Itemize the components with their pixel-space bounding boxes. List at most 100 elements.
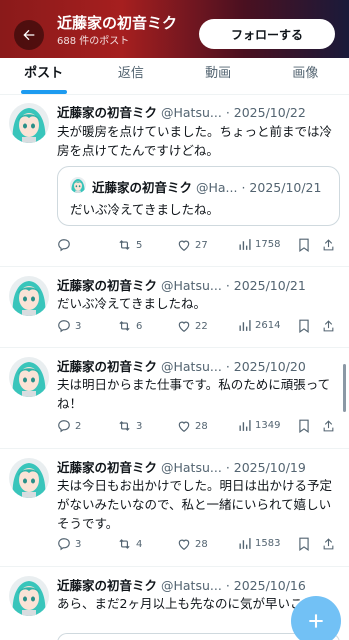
tweet-header: 近藤家の初音ミク @Hatsu... · 2025/10/22 bbox=[57, 102, 342, 121]
tweet-date: · 2025/10/21 bbox=[225, 278, 306, 293]
like-count: 22 bbox=[195, 320, 208, 332]
reply-icon bbox=[58, 420, 70, 433]
tab-videos[interactable]: 動画 bbox=[175, 58, 262, 94]
compose-post-button[interactable] bbox=[291, 596, 341, 640]
profile-tabs: ポスト 返信 動画 画像 bbox=[0, 58, 349, 95]
author-handle: @Hatsu... bbox=[161, 359, 222, 374]
tab-label: 動画 bbox=[205, 66, 232, 81]
author-name[interactable]: 近藤家の初音ミク bbox=[57, 359, 157, 374]
back-button[interactable] bbox=[14, 20, 44, 50]
scrollbar[interactable] bbox=[343, 364, 346, 412]
share-icon bbox=[323, 420, 334, 432]
tweet-actions: 5 27 1758 bbox=[57, 238, 334, 254]
repost-button[interactable]: 3 bbox=[117, 419, 142, 433]
author-name[interactable]: 近藤家の初音ミク bbox=[57, 460, 157, 475]
author-handle: @Hatsu... bbox=[161, 578, 222, 593]
tweet-date: · 2025/10/22 bbox=[225, 105, 306, 120]
bar-chart-icon bbox=[239, 320, 251, 331]
repost-icon bbox=[119, 240, 130, 250]
heart-icon bbox=[178, 240, 190, 251]
share-icon bbox=[323, 239, 334, 251]
tab-label: 画像 bbox=[292, 66, 319, 81]
reply-button[interactable]: 3 bbox=[57, 319, 81, 333]
avatar[interactable] bbox=[9, 576, 49, 616]
tweet-actions: 2 3 28 1349 bbox=[57, 419, 334, 435]
bookmark-button[interactable] bbox=[298, 537, 314, 551]
repost-count: 6 bbox=[136, 320, 143, 332]
repost-count: 3 bbox=[136, 420, 143, 432]
repost-icon bbox=[119, 321, 130, 331]
repost-count: 4 bbox=[136, 538, 143, 550]
repost-button[interactable]: 5 bbox=[117, 238, 142, 252]
profile-header-banner: 近藤家の初音ミク 688 件のポスト フォローする bbox=[0, 0, 349, 58]
like-button[interactable]: 22 bbox=[177, 319, 208, 333]
bookmark-icon bbox=[299, 238, 309, 252]
tab-images[interactable]: 画像 bbox=[262, 58, 349, 94]
tweet[interactable]: 近藤家の初音ミク @Hatsu... · 2025/10/21 だいぶ冷えてきま… bbox=[0, 267, 349, 348]
share-icon bbox=[323, 320, 334, 332]
tweet-text: だいぶ冷えてきましたね。 bbox=[57, 296, 207, 311]
view-count: 2614 bbox=[255, 320, 281, 331]
reply-button[interactable]: 3 bbox=[57, 537, 81, 551]
author-handle: @Hatsu... bbox=[161, 105, 222, 120]
views-button[interactable]: 1583 bbox=[238, 537, 280, 550]
tweet-date: · 2025/10/20 bbox=[225, 359, 306, 374]
reply-icon bbox=[58, 239, 70, 252]
reply-count: 3 bbox=[75, 320, 82, 332]
share-button[interactable] bbox=[322, 419, 339, 433]
like-button[interactable]: 28 bbox=[177, 537, 208, 551]
bookmark-icon bbox=[299, 537, 309, 551]
tweet-header: 近藤家の初音ミク @Hatsu... · 2025/10/21 bbox=[57, 275, 342, 294]
quote-text: だいぶ冷えてきましたね。 bbox=[70, 202, 220, 217]
reply-button[interactable] bbox=[57, 238, 75, 252]
reply-icon bbox=[58, 320, 70, 333]
reply-count: 3 bbox=[75, 538, 82, 550]
author-name[interactable]: 近藤家の初音ミク bbox=[57, 105, 157, 120]
bar-chart-icon bbox=[239, 239, 251, 250]
avatar[interactable] bbox=[9, 276, 49, 316]
reply-button[interactable]: 2 bbox=[57, 419, 81, 433]
like-button[interactable]: 27 bbox=[177, 238, 208, 252]
like-button[interactable]: 28 bbox=[177, 419, 208, 433]
tweet[interactable]: 近藤家の初音ミク @Hatsu... · 2025/10/20 夫は明日からまた… bbox=[0, 348, 349, 449]
avatar[interactable] bbox=[9, 103, 49, 143]
quote-date: · 2025/10/21 bbox=[241, 180, 322, 195]
tab-posts[interactable]: ポスト bbox=[0, 58, 87, 94]
views-button[interactable]: 1349 bbox=[238, 419, 280, 432]
quoted-tweet[interactable]: 近藤家の初音ミク @Ha... · 2025/10/21 だいぶ冷えてきましたね… bbox=[57, 166, 340, 226]
view-count: 1583 bbox=[255, 538, 281, 549]
tweet-date: · 2025/10/19 bbox=[225, 460, 306, 475]
quote-author-handle: @Ha... bbox=[196, 180, 238, 195]
bookmark-button[interactable] bbox=[298, 319, 314, 333]
bookmark-button[interactable] bbox=[298, 419, 314, 433]
author-name[interactable]: 近藤家の初音ミク bbox=[57, 278, 157, 293]
repost-icon bbox=[119, 539, 130, 549]
tab-replies[interactable]: 返信 bbox=[87, 58, 174, 94]
share-button[interactable] bbox=[322, 537, 339, 551]
arrow-left-icon bbox=[23, 29, 35, 41]
tweet[interactable]: 近藤家の初音ミク @Hatsu... · 2025/10/22 夫が暖房を点けて… bbox=[0, 95, 349, 267]
views-button[interactable]: 1758 bbox=[238, 238, 280, 251]
tweet-actions: 3 6 22 2614 bbox=[57, 319, 334, 335]
tweet[interactable]: 近藤家の初音ミク @Hatsu... · 2025/10/19 夫は今日もお出か… bbox=[0, 449, 349, 567]
follow-button[interactable]: フォローする bbox=[199, 19, 335, 49]
bar-chart-icon bbox=[239, 538, 251, 549]
quote-header: 近藤家の初音ミク @Ha... · 2025/10/21 bbox=[92, 177, 332, 196]
share-button[interactable] bbox=[322, 238, 339, 252]
bookmark-button[interactable] bbox=[298, 238, 314, 252]
avatar[interactable] bbox=[9, 357, 49, 397]
author-name[interactable]: 近藤家の初音ミク bbox=[57, 578, 157, 593]
tweet-text: 夫は明日からまた仕事です。私のために頑張ってね！ bbox=[57, 377, 331, 411]
tab-label: ポスト bbox=[24, 66, 64, 81]
avatar[interactable] bbox=[9, 458, 49, 498]
views-button[interactable]: 2614 bbox=[238, 319, 280, 332]
repost-button[interactable]: 6 bbox=[117, 319, 142, 333]
author-handle: @Hatsu... bbox=[161, 460, 222, 475]
like-count: 28 bbox=[195, 420, 208, 432]
share-button[interactable] bbox=[322, 319, 339, 333]
bookmark-icon bbox=[299, 419, 309, 433]
share-icon bbox=[323, 538, 334, 550]
repost-button[interactable]: 4 bbox=[117, 537, 142, 551]
heart-icon bbox=[178, 539, 190, 550]
quote-avatar bbox=[70, 177, 86, 193]
